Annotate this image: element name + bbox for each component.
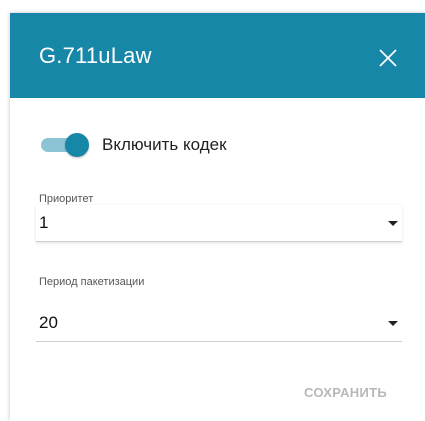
priority-value: 1: [39, 213, 49, 232]
enable-codec-toggle[interactable]: [41, 133, 93, 157]
chevron-down-icon: [388, 221, 398, 226]
packetization-label: Период пакетизации: [39, 276, 145, 288]
codec-dialog: G.711uLaw Включить кодек Приоритет 1 Пер…: [10, 13, 425, 421]
chevron-down-icon: [388, 321, 398, 326]
close-icon[interactable]: [378, 48, 398, 68]
enable-codec-label: Включить кодек: [102, 135, 227, 154]
dialog-header: G.711uLaw: [10, 13, 425, 98]
toggle-knob: [65, 133, 89, 157]
packetization-value: 20: [39, 313, 58, 332]
packetization-select[interactable]: 20: [36, 305, 402, 342]
priority-select[interactable]: 1: [36, 205, 402, 242]
priority-label: Приоритет: [39, 193, 94, 205]
dialog-title: G.711uLaw: [39, 43, 152, 68]
save-button[interactable]: СОХРАНИТЬ: [304, 385, 387, 400]
